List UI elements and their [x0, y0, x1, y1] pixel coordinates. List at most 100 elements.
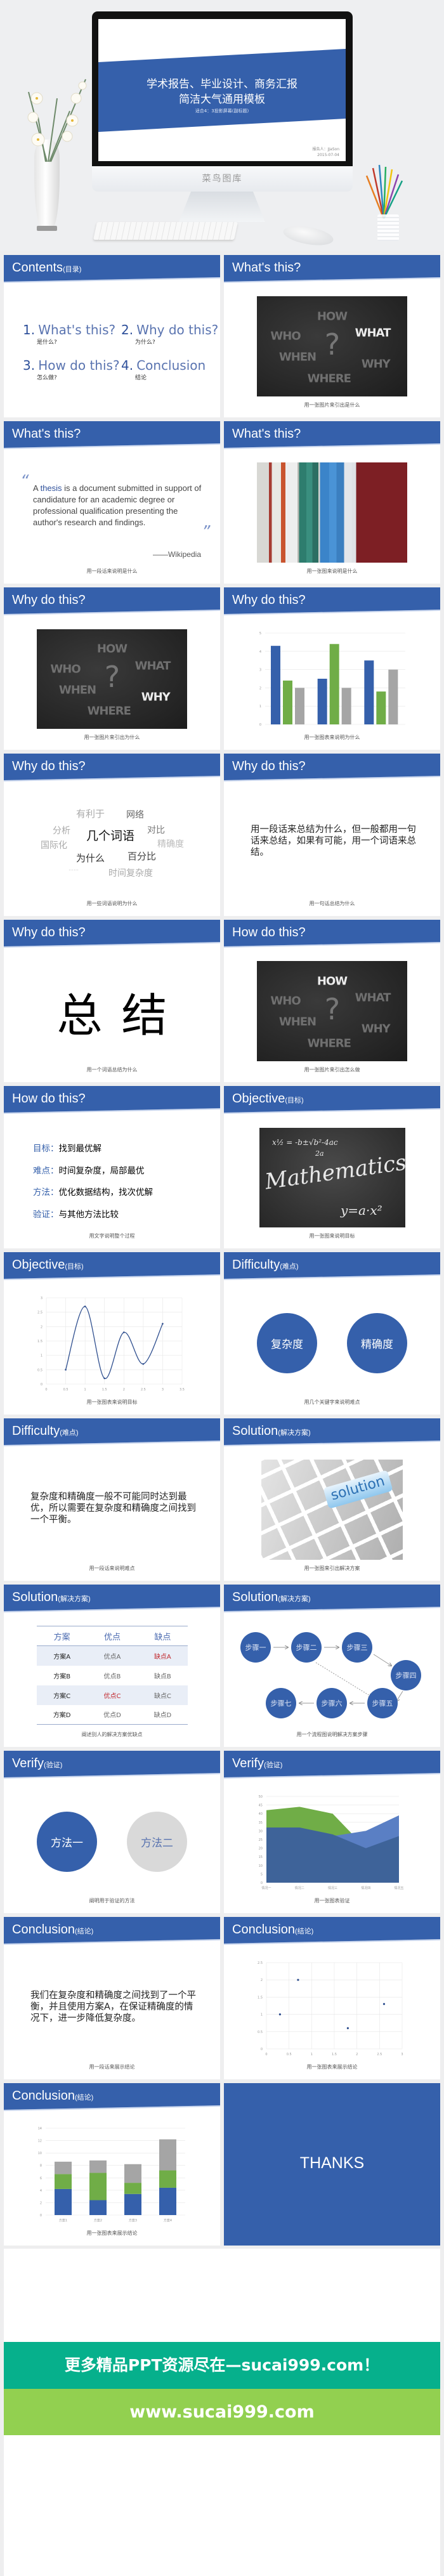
y-tick-label: 20 — [259, 1847, 263, 1851]
chalkboard-image: HOW WHO WHAT WHEN WHY WHERE? — [257, 961, 407, 1061]
y-tick-label: 0.5 — [37, 1368, 42, 1372]
slide-solution-table[interactable]: Solution(解决方案) 方案 优点 缺点 方案A 优点A 缺点A 方案B 优点B 缺点… — [4, 1585, 220, 1747]
x-tick-label: 情况五 — [394, 1886, 403, 1890]
x-tick-label: 方案4 — [164, 2218, 172, 2223]
x-tick-label: 0 — [45, 1388, 47, 1392]
bar-segment — [89, 2200, 107, 2215]
slide-solution-flowchart[interactable]: Solution(解决方案) 步骤一 步骤二 步骤三 步骤四 步骤五 步骤六 步… — [224, 1585, 440, 1747]
slide-title: How do this? — [12, 1092, 86, 1106]
y-tick-label: 10 — [259, 1864, 263, 1868]
process-list: 目标：找到最优解 难点：时间复杂度，局部最优 方法：优化数据结构，找次优解 验证… — [33, 1138, 153, 1226]
board-word-q: ? — [104, 660, 120, 695]
bar — [376, 691, 386, 724]
x-tick-label: 1 — [84, 1388, 86, 1392]
mouse-decoration — [282, 223, 335, 249]
slide-how-list[interactable]: How do this? 目标：找到最优解 难点：时间复杂度，局部最优 方法：优… — [4, 1086, 220, 1248]
y-tick-label: 5 — [261, 1873, 263, 1876]
word-item: 分析 — [53, 826, 70, 836]
keyword-circle: 精确度 — [347, 1313, 407, 1373]
bar — [364, 660, 374, 724]
y-tick-label: 14 — [38, 2127, 42, 2131]
board-word-why: WHY — [361, 1022, 391, 1036]
slide-why-sentence[interactable]: Why do this? 用一段话来总结为什么，但一般都用一句话来总结，如果有可… — [224, 754, 440, 916]
data-point — [297, 1978, 299, 1981]
slide-whats-this-image[interactable]: What's this? HOW WHO WHAT WHEN WHY WHERE? 用一张… — [224, 255, 440, 417]
slide-caption: 用一个词语总结为什么 — [86, 1067, 138, 1073]
bar — [283, 680, 292, 724]
slide-objective-chart[interactable]: Objective(目标) 0 0.5 1 1.5 2 2.5 3 0 0.5 1 1.5 2 2.5 3… — [4, 1252, 220, 1415]
mathematics-chalkboard-photo: x½ = -b±√b²-4ac 2a Mathematics y=a·x² — [259, 1128, 405, 1227]
word-item: 百分比 — [127, 851, 157, 862]
flow-step: 步骤二 — [291, 1632, 322, 1663]
toc-item-3[interactable]: 3. How do this? 怎么做? — [23, 358, 120, 381]
slide-title: Why do this? — [12, 759, 86, 773]
slide-whats-this-quote[interactable]: What's this? “ A thesis is a document su… — [4, 421, 220, 584]
y-tick-label: 12 — [38, 2140, 42, 2143]
slide-contents[interactable]: Contents(目录) 1. What's this? 是什么? 2. Why … — [4, 255, 220, 417]
slide-why-words[interactable]: Why do this? 有利于 网络 分析 几个词语 对比 精确度 国际化 为… — [4, 754, 220, 916]
hero-subtitle: 适合4：3投影屏幕(副标题) — [195, 108, 249, 114]
bar-segment — [124, 2164, 141, 2183]
toc-item-2[interactable]: 2. Why do this? 为什么? — [121, 322, 218, 346]
y-tick-label: 1 — [41, 1354, 42, 1358]
slide-why-word[interactable]: Why do this? 总结 用一个词语总结为什么 — [4, 920, 220, 1082]
toc-item-1[interactable]: 1. What's this? 是什么? — [23, 322, 115, 346]
slide-conclusion-stacked[interactable]: Conclusion(结论) 0 2 4 6 8 10 12 14 方案1 方案2 方案3 方案4 用… — [4, 2083, 220, 2246]
slide-difficulty-keywords[interactable]: Difficulty(难点) 复杂度 精确度 用几个关键字来说明难点 — [224, 1252, 440, 1415]
x-tick-label: 0.5 — [63, 1388, 69, 1392]
bar-segment — [159, 2139, 176, 2171]
slide-title: Verify(验证) — [12, 1756, 63, 1770]
slide-title: Solution(解决方案) — [232, 1424, 311, 1438]
x-tick-label: 3.5 — [180, 1388, 185, 1392]
bar-segment — [159, 2170, 176, 2188]
paragraph-text: 我们在复杂度和精确度之间找到了一个平衡，并且使用方案A，在保证精确度的情况下，进… — [30, 1991, 196, 2024]
board-word-who: WHO — [50, 662, 81, 676]
data-point — [84, 1305, 86, 1307]
y-tick-label: 3 — [259, 669, 261, 672]
slide-title: Why do this? — [12, 593, 86, 607]
slide-difficulty-paragraph[interactable]: Difficulty(难点) 复杂度和精确度一般不可能同时达到最优，所以需要在复… — [4, 1418, 220, 1581]
board-word-what: WHAT — [355, 991, 391, 1005]
slide-caption: 用一张图表来展示结论 — [86, 2230, 138, 2236]
slide-thanks[interactable]: THANKS — [224, 2083, 440, 2246]
chalkboard-image: HOW WHO WHAT WHEN WHY WHERE? — [257, 296, 407, 396]
flow-step: 步骤六 — [317, 1688, 347, 1718]
y-tick-label: 10 — [38, 2152, 42, 2155]
slide-why-image[interactable]: Why do this? HOW WHO WHAT WHEN WHY WHERE? 用一张… — [4, 587, 220, 750]
slide-whats-this-photo[interactable]: What's this? 用一张图来说明是什么 — [224, 421, 440, 584]
slide-verify-methods[interactable]: Verify(验证) 方法一 方法二 阐明用于验证的方法 — [4, 1751, 220, 1913]
vase-base — [37, 226, 57, 231]
slide-solution-image[interactable]: Solution(解决方案) solution 用一张图来引出解决方案 — [224, 1418, 440, 1581]
slide-verify-chart[interactable]: Verify(验证) 0 5 10 15 20 25 30 35 40 45 50 情况一 情况二 情况三… — [224, 1751, 440, 1913]
y-tick-label: 50 — [259, 1795, 263, 1799]
data-point — [346, 2027, 349, 2029]
y-tick-label: 0 — [259, 723, 261, 727]
hero-preview: 学术报告、毕业设计、商务汇报 简洁大气通用模板 适合4：3投影屏幕(副标题) 报… — [0, 0, 444, 251]
toc-item-4[interactable]: 4. Conclusion 结论 — [121, 358, 206, 381]
bar-chart: 0 1 2 3 4 5 — [259, 632, 405, 727]
flow-step: 步骤七 — [266, 1688, 296, 1718]
board-word-q: ? — [324, 991, 340, 1026]
pencil-cup — [377, 214, 399, 241]
monitor-stand — [179, 192, 265, 222]
y-tick-label: 1.5 — [37, 1340, 42, 1344]
keyword-circle: 复杂度 — [257, 1313, 317, 1373]
slide-title: Solution(解决方案) — [12, 1590, 91, 1604]
slide-objective-image[interactable]: Objective(目标) x½ = -b±√b²-4ac 2a Mathema… — [224, 1086, 440, 1248]
slide-title: Objective(目标) — [232, 1092, 304, 1106]
hero-title-line2: 简洁大气通用模板 — [179, 93, 265, 106]
board-word-why: WHY — [141, 690, 171, 704]
slide-how-image[interactable]: How do this? HOW WHO WHAT WHEN WHY WHERE? 用一张… — [224, 920, 440, 1082]
slide-conclusion-scatter[interactable]: Conclusion(结论) 0 0.5 1 1.5 2 2.5 0 0.5 1 1.5 2 2.5 3… — [224, 1917, 440, 2079]
list-item: 方法：优化数据结构，找次优解 — [33, 1187, 153, 1198]
comparison-table: 方案 优点 缺点 方案A 优点A 缺点A 方案B 优点B 缺点B 方案C 优点C 缺点C 方案D… — [37, 1626, 188, 1725]
promo-banner[interactable]: 更多精品PPT资源尽在—sucai999.com！ — [4, 2342, 440, 2389]
hero-title-line1: 学术报告、毕业设计、商务汇报 — [147, 78, 297, 91]
slide-why-chart[interactable]: Why do this? 012345 用一张图表来说明为什么 — [224, 587, 440, 750]
board-word-how: HOW — [317, 974, 348, 988]
table-row: 方案D 优点D 缺点D — [53, 1712, 172, 1720]
x-tick-label: 1 — [311, 2053, 313, 2056]
table-row: 方案C 优点C 缺点C — [37, 1685, 188, 1705]
slide-conclusion-paragraph[interactable]: Conclusion(结论) 我们在复杂度和精确度之间找到了一个平衡，并且使用方… — [4, 1917, 220, 2079]
website-banner[interactable]: www.sucai999.com — [4, 2389, 440, 2435]
